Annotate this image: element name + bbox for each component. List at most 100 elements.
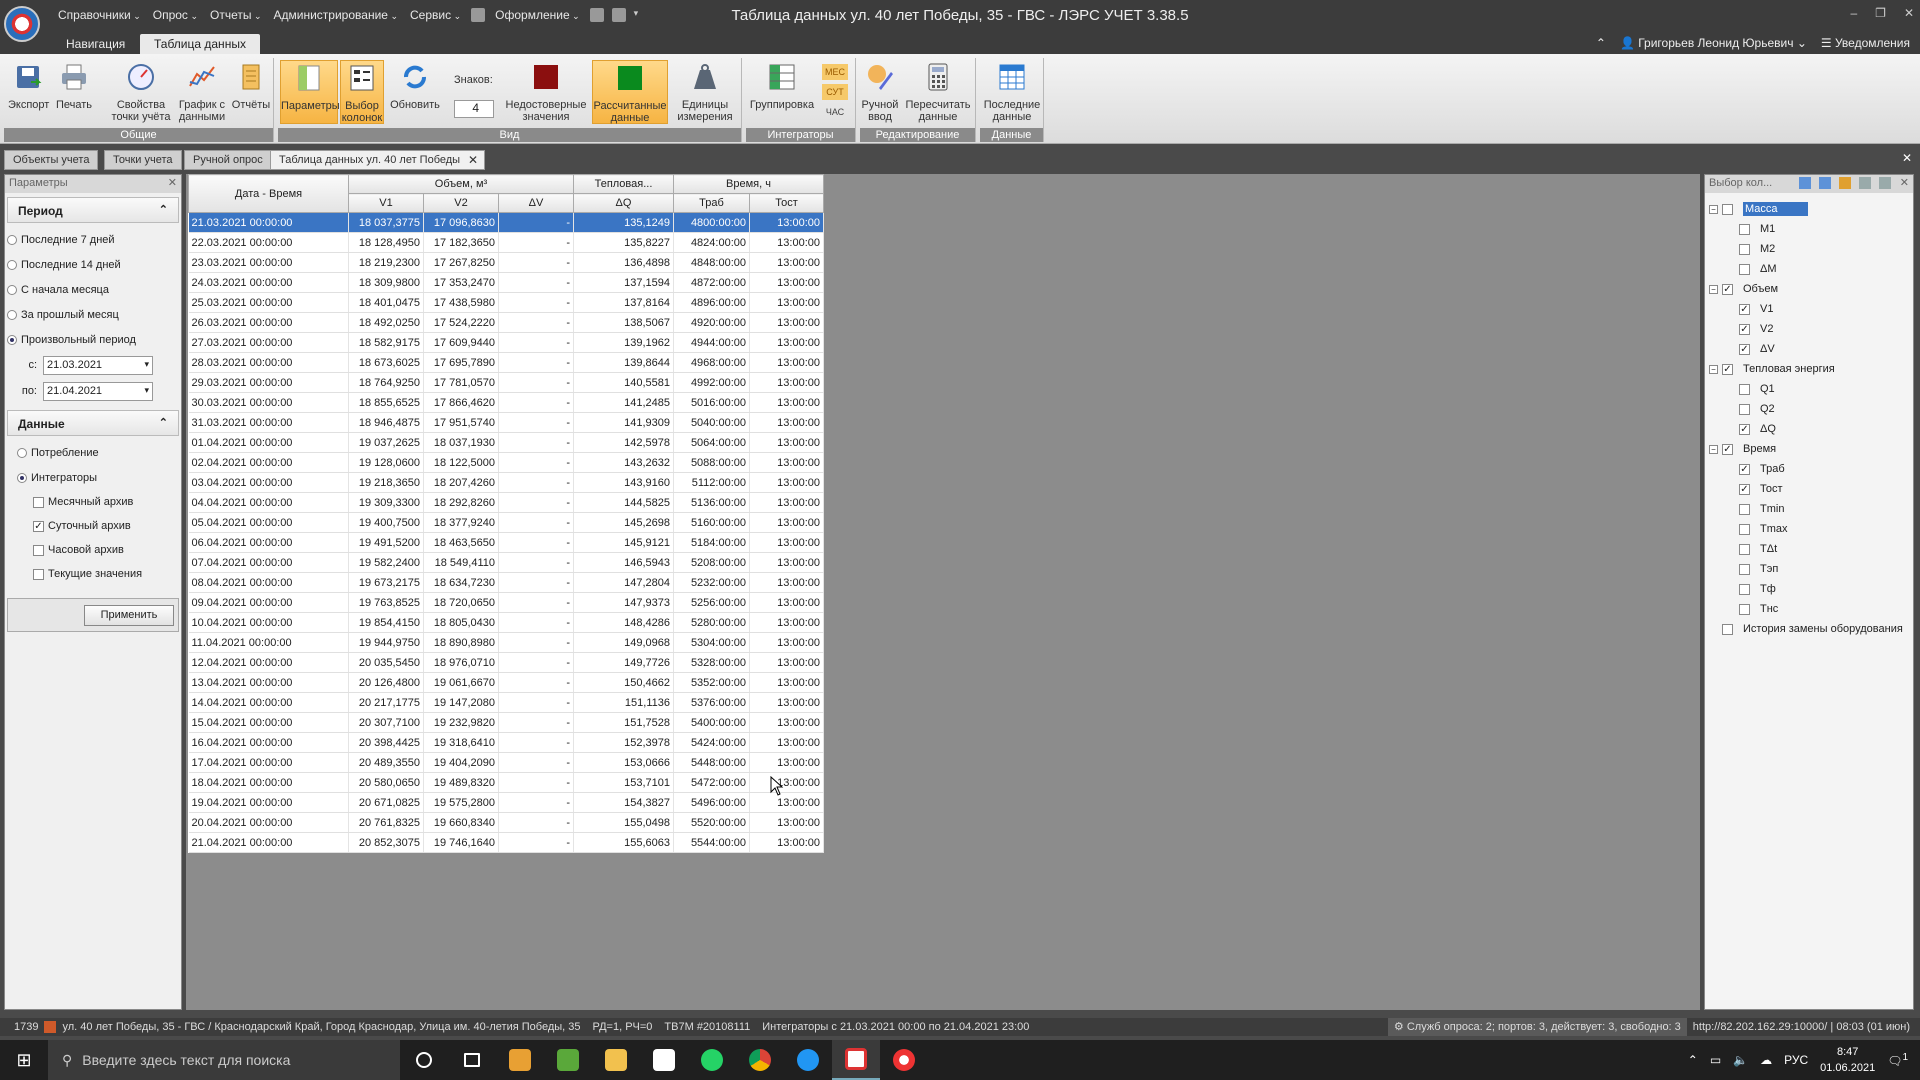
menu-service[interactable]: Сервис — [404, 8, 467, 22]
checkbox-icon[interactable] — [1739, 583, 1750, 595]
table-cell[interactable]: 18 207,4260 — [423, 472, 499, 493]
table-cell[interactable]: 18 122,5000 — [423, 452, 499, 473]
language-indicator[interactable]: РУС — [1784, 1053, 1808, 1067]
table-cell[interactable]: 19 489,8320 — [423, 772, 499, 793]
table-cell[interactable]: 08.04.2021 00:00:00 — [188, 572, 349, 593]
table-cell[interactable]: 13:00:00 — [749, 272, 824, 293]
table-cell[interactable]: 19 660,8340 — [423, 812, 499, 833]
table-cell[interactable]: - — [498, 472, 574, 493]
table-cell[interactable]: 141,9309 — [573, 412, 674, 433]
table-cell[interactable]: 151,1136 — [573, 692, 674, 713]
table-cell[interactable]: 13:00:00 — [749, 772, 824, 793]
browser-icon[interactable] — [880, 1040, 928, 1080]
table-row[interactable]: 05.04.2021 00:00:00 19 400,7500 18 377,924… — [188, 512, 824, 533]
table-row[interactable]: 02.04.2021 00:00:00 19 128,0600 18 122,500… — [188, 452, 824, 473]
table-row[interactable]: 16.04.2021 00:00:00 20 398,4425 19 318,641… — [188, 732, 824, 753]
cortana-icon[interactable] — [400, 1040, 448, 1080]
table-cell[interactable]: 5520:00:00 — [673, 812, 750, 833]
windows-start-icon[interactable]: ⊞ — [0, 1050, 48, 1071]
tree-expander-icon[interactable]: − — [1709, 444, 1718, 454]
radio-icon[interactable] — [7, 234, 17, 245]
doc-tab-objects[interactable]: Объекты учета — [4, 150, 99, 170]
table-cell[interactable]: - — [498, 572, 574, 593]
close-all-icon[interactable]: ✕ — [1902, 151, 1912, 165]
table-cell[interactable]: 153,7101 — [573, 772, 674, 793]
column-choice-button[interactable]: Выбор колонок — [340, 60, 384, 124]
period-option-custom[interactable]: Произвольный период — [5, 327, 181, 352]
table-cell[interactable]: 20 307,7100 — [348, 712, 424, 733]
table-cell[interactable]: 19 404,2090 — [423, 752, 499, 773]
app-logo[interactable] — [4, 6, 40, 42]
data-option-consumption[interactable]: Потребление — [5, 440, 181, 465]
table-cell[interactable]: - — [498, 232, 574, 253]
table-cell[interactable]: 18 720,0650 — [423, 592, 499, 613]
table-cell[interactable]: 5400:00:00 — [673, 712, 750, 733]
doc-tab-manual-poll[interactable]: Ручной опрос — [184, 150, 272, 170]
table-cell[interactable]: - — [498, 312, 574, 333]
table-cell[interactable]: 13:00:00 — [749, 332, 824, 353]
table-cell[interactable]: 146,5943 — [573, 552, 674, 573]
table-cell[interactable]: 147,9373 — [573, 592, 674, 613]
tree-item[interactable]: Tф — [1709, 579, 1913, 599]
table-cell[interactable]: 19 673,2175 — [348, 572, 424, 593]
table-cell[interactable]: 139,1962 — [573, 332, 674, 353]
tree-expander-icon[interactable]: − — [1709, 284, 1718, 294]
table-cell[interactable]: 5496:00:00 — [673, 792, 750, 813]
apply-button[interactable]: Применить — [84, 605, 174, 626]
table-row[interactable]: 12.04.2021 00:00:00 20 035,5450 18 976,071… — [188, 652, 824, 673]
table-cell[interactable]: 03.04.2021 00:00:00 — [188, 472, 349, 493]
tree-expander-icon[interactable]: − — [1709, 204, 1718, 214]
table-cell[interactable]: 13:00:00 — [749, 752, 824, 773]
table-cell[interactable]: 26.03.2021 00:00:00 — [188, 312, 349, 333]
units-button[interactable]: Единицы измерения — [672, 60, 738, 124]
table-row[interactable]: 21.03.2021 00:00:00 18 037,3775 17 096,863… — [188, 212, 824, 233]
table-cell[interactable]: 13:00:00 — [749, 452, 824, 473]
table-cell[interactable]: - — [498, 732, 574, 753]
checkbox-icon[interactable] — [1739, 263, 1750, 275]
table-cell[interactable]: - — [498, 272, 574, 293]
table-cell[interactable]: 13:00:00 — [749, 712, 824, 733]
graph-button[interactable]: График с данными — [176, 60, 228, 124]
table-cell[interactable]: 5304:00:00 — [673, 632, 750, 653]
col-dv-header[interactable]: ΔV — [498, 193, 574, 213]
checkbox-icon[interactable] — [1739, 223, 1750, 235]
table-cell[interactable]: 17 866,4620 — [423, 392, 499, 413]
table-row[interactable]: 07.04.2021 00:00:00 19 582,2400 18 549,411… — [188, 552, 824, 573]
table-cell[interactable]: 5088:00:00 — [673, 452, 750, 473]
table-cell[interactable]: 09.04.2021 00:00:00 — [188, 592, 349, 613]
table-cell[interactable]: - — [498, 612, 574, 633]
table-cell[interactable]: - — [498, 492, 574, 513]
table-cell[interactable]: 149,0968 — [573, 632, 674, 653]
table-cell[interactable]: 19 232,9820 — [423, 712, 499, 733]
table-cell[interactable]: 02.04.2021 00:00:00 — [188, 452, 349, 473]
taskbar-search[interactable]: ⚲ Введите здесь текст для поиска — [48, 1040, 400, 1080]
table-cell[interactable]: 22.03.2021 00:00:00 — [188, 232, 349, 253]
data-option-integrators[interactable]: Интеграторы — [5, 465, 181, 490]
table-cell[interactable]: 13:00:00 — [749, 532, 824, 553]
collapse-all-icon[interactable] — [1879, 177, 1891, 189]
table-cell[interactable]: 13:00:00 — [749, 552, 824, 573]
table-cell[interactable]: - — [498, 212, 574, 233]
table-cell[interactable]: 20 671,0825 — [348, 792, 424, 813]
table-cell[interactable]: 18 549,4110 — [423, 552, 499, 573]
tray-expand-icon[interactable]: ⌃ — [1688, 1053, 1698, 1067]
tree-item[interactable]: Tmax — [1709, 519, 1913, 539]
tree-item[interactable]: Tэп — [1709, 559, 1913, 579]
table-cell[interactable]: 28.03.2021 00:00:00 — [188, 352, 349, 373]
collapse-ribbon-icon[interactable]: ⌃ — [1596, 36, 1606, 50]
table-row[interactable]: 24.03.2021 00:00:00 18 309,9800 17 353,247… — [188, 272, 824, 293]
print-button[interactable]: Печать — [54, 60, 94, 124]
checkbox-checked-icon[interactable]: ✓ — [1722, 443, 1733, 455]
table-cell[interactable]: 20.04.2021 00:00:00 — [188, 812, 349, 833]
table-cell[interactable]: 01.04.2021 00:00:00 — [188, 432, 349, 453]
radio-icon[interactable] — [17, 447, 27, 458]
table-cell[interactable]: 13.04.2021 00:00:00 — [188, 672, 349, 693]
archive-daily[interactable]: ✓ Суточный архив — [5, 514, 181, 538]
table-cell[interactable]: 27.03.2021 00:00:00 — [188, 332, 349, 353]
table-cell[interactable]: 07.04.2021 00:00:00 — [188, 552, 349, 573]
parameters-button[interactable]: Параметры — [280, 60, 340, 124]
table-cell[interactable]: 19 746,1640 — [423, 832, 499, 853]
table-cell[interactable]: 20 761,8325 — [348, 812, 424, 833]
table-cell[interactable]: - — [498, 592, 574, 613]
table-cell[interactable]: 5232:00:00 — [673, 572, 750, 593]
